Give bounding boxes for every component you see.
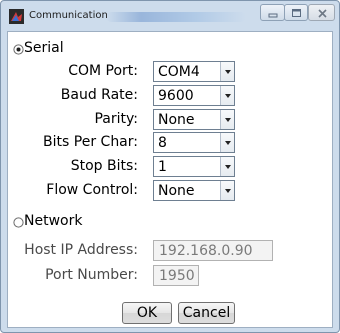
- stop-bits-select[interactable]: 1: [153, 156, 235, 177]
- host-ip-value: 192.168.0.90: [159, 243, 253, 259]
- dialog-client-area: Serial COM Port: COM4 Baud Rate: 9600 Pa…: [7, 31, 333, 328]
- port-number-value: 1950: [159, 268, 195, 284]
- chevron-down-icon: [225, 165, 231, 169]
- chevron-down-icon: [225, 189, 231, 193]
- com-port-value: COM4: [158, 64, 200, 80]
- title-bar[interactable]: Communication: [1, 1, 339, 31]
- ok-button[interactable]: OK: [122, 302, 172, 324]
- baud-rate-label: Baud Rate:: [60, 87, 138, 103]
- cancel-button[interactable]: Cancel: [178, 302, 235, 324]
- serial-radio[interactable]: [13, 44, 24, 55]
- parity-select[interactable]: None: [153, 109, 235, 130]
- parity-value: None: [158, 112, 195, 128]
- window-title: Communication: [29, 10, 108, 21]
- communication-dialog: Communication Serial COM Port: COM4 Baud…: [0, 0, 340, 333]
- maximize-button[interactable]: [284, 4, 308, 21]
- port-number-input[interactable]: 1950: [153, 265, 199, 286]
- com-port-select[interactable]: COM4: [153, 61, 235, 82]
- close-icon: [318, 9, 327, 18]
- com-port-label: COM Port:: [68, 63, 138, 79]
- serial-radio-label[interactable]: Serial: [24, 40, 64, 56]
- bits-per-char-select[interactable]: 8: [153, 132, 235, 153]
- flow-control-select[interactable]: None: [153, 180, 235, 201]
- baud-rate-select[interactable]: 9600: [153, 85, 235, 106]
- minimize-button[interactable]: [260, 4, 285, 21]
- host-ip-input[interactable]: 192.168.0.90: [153, 240, 273, 261]
- title-glow: [106, 12, 246, 22]
- baud-rate-value: 9600: [158, 88, 194, 104]
- bits-per-char-dropdown-button[interactable]: [220, 133, 234, 152]
- stop-bits-value: 1: [158, 159, 167, 175]
- baud-rate-dropdown-button[interactable]: [220, 86, 234, 105]
- bits-per-char-value: 8: [158, 135, 167, 151]
- chevron-down-icon: [225, 94, 231, 98]
- parity-label: Parity:: [94, 111, 138, 127]
- flow-control-value: None: [158, 183, 195, 199]
- close-button[interactable]: [308, 4, 335, 21]
- flow-control-label: Flow Control:: [46, 182, 138, 198]
- chevron-down-icon: [225, 141, 231, 145]
- minimize-icon: [268, 13, 278, 18]
- network-radio-label[interactable]: Network: [24, 213, 82, 229]
- port-number-label: Port Number:: [45, 267, 138, 283]
- chevron-down-icon: [225, 70, 231, 74]
- app-icon: [9, 9, 24, 24]
- com-port-dropdown-button[interactable]: [220, 62, 234, 81]
- maximize-icon: [292, 9, 301, 17]
- chevron-down-icon: [225, 118, 231, 122]
- stop-bits-label: Stop Bits:: [70, 158, 138, 174]
- flow-control-dropdown-button[interactable]: [220, 181, 234, 200]
- bits-per-char-label: Bits Per Char:: [43, 134, 138, 150]
- stop-bits-dropdown-button[interactable]: [220, 157, 234, 176]
- parity-dropdown-button[interactable]: [220, 110, 234, 129]
- host-ip-label: Host IP Address:: [24, 242, 138, 258]
- network-radio[interactable]: [13, 217, 24, 228]
